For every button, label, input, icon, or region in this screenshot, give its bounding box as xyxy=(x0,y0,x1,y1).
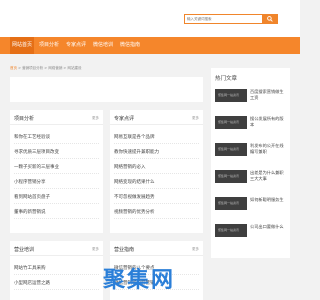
list-item[interactable]: 小型网店运营之路 xyxy=(14,278,99,290)
panel-title: 项目分析 xyxy=(14,116,35,122)
more-link[interactable]: 更多 xyxy=(92,247,99,252)
article-thumbnail: 聚集网一站资讯 xyxy=(215,197,247,210)
article-title[interactable]: 出差是为什么兼职三大大事 xyxy=(250,170,286,182)
logo-text: 聚集网 xyxy=(103,267,176,293)
nav-home[interactable]: 网站首页 xyxy=(10,37,34,54)
list-item[interactable]: 看到网站首页盘子 xyxy=(14,192,99,204)
article-title[interactable]: 公司出口要做什么 xyxy=(250,224,286,230)
list-item[interactable]: 网站竹工具采购 xyxy=(14,263,99,275)
sidebar-item[interactable]: 聚集网一站资讯 出差是为什么兼职三大大事 xyxy=(213,167,286,193)
more-link[interactable]: 更多 xyxy=(192,116,199,121)
article-thumbnail: 聚集网一站资讯 xyxy=(215,116,247,129)
article-thumbnail: 聚集网一站资讯 xyxy=(215,170,247,183)
nav-project-analysis[interactable]: 项目分析 xyxy=(37,37,61,54)
sidebar-item[interactable]: 聚集网一站资讯 百度搜索营销做生工资 xyxy=(213,86,286,112)
article-thumbnail: 聚集网一站资讯 xyxy=(215,143,247,156)
list-item[interactable]: 不可忽视做发展趋势 xyxy=(114,192,199,204)
sidebar-item[interactable]: 聚集网一站资讯 公司出口要做什么 xyxy=(213,221,286,247)
list-item[interactable]: 小程序营销分享 xyxy=(14,177,99,189)
panel-header: 营业培训 更多 xyxy=(10,241,103,256)
more-link[interactable]: 更多 xyxy=(92,116,99,121)
search-input[interactable] xyxy=(187,15,263,23)
panel-header: 专家点评 更多 xyxy=(110,110,203,125)
list-item[interactable]: 教你快速提升兼职能力 xyxy=(114,147,199,159)
nav-wechat-guide[interactable]: 微信指南 xyxy=(118,37,142,54)
breadcrumb-path: > 营销项目分析 > 网络营销 > 网站建设 xyxy=(17,66,82,70)
list-item[interactable]: 一颗子买新的三层事业 xyxy=(14,162,99,174)
expert-review-panel: 专家点评 更多 网易互联是各个品牌 教你快速提升兼职能力 网络营销的必入 网络变… xyxy=(110,110,203,233)
search-button[interactable] xyxy=(262,14,278,24)
search-box xyxy=(184,14,278,24)
nav-expert-review[interactable]: 专家点评 xyxy=(64,37,88,54)
list-item[interactable]: 网络变现的结果什么 xyxy=(114,177,199,189)
sidebar-item[interactable]: 聚集网一站资讯 利发布的公开在线编写兼职 xyxy=(213,140,286,166)
list-item[interactable]: 寻求优质三层项目改变 xyxy=(14,147,99,159)
breadcrumb: 首页 > 营销项目分析 > 网络营销 > 网站建设 xyxy=(10,66,81,71)
article-title[interactable]: 百度搜索营销做生工资 xyxy=(250,89,286,101)
article-title[interactable]: 搜公发展所有的版本 xyxy=(250,116,286,128)
panel-title: 营业指南 xyxy=(114,247,135,253)
site-logo: 聚集网 xyxy=(103,262,203,293)
sidebar-title: 热门文章 xyxy=(215,76,238,82)
list-item[interactable]: 网易互联是各个品牌 xyxy=(114,132,199,144)
article-thumbnail: 聚集网一站资讯 xyxy=(215,89,247,102)
wechat-training-panel: 营业培训 更多 网站竹工具采购 小型网店运营之路 xyxy=(10,241,103,300)
main-nav: 网站首页 项目分析 专家点评 微信培训 微信指南 xyxy=(0,37,300,54)
list-item[interactable]: 董事的新营销说 xyxy=(14,207,99,219)
panel-title: 营业培训 xyxy=(14,247,35,253)
list-item[interactable]: 网络营销的必入 xyxy=(114,162,199,174)
breadcrumb-home[interactable]: 首页 xyxy=(10,66,17,70)
sidebar-item[interactable]: 聚集网一站资讯 如何新聪明服务生 xyxy=(213,194,286,220)
article-thumbnail: 聚集网一站资讯 xyxy=(215,224,247,237)
list-item[interactable]: 视频营销的优势分析 xyxy=(114,207,199,219)
panel-title: 专家点评 xyxy=(114,116,135,122)
hot-articles-sidebar: 热门文章 聚集网一站资讯 百度搜索营销做生工资 聚集网一站资讯 搜公发展所有的版… xyxy=(211,68,290,258)
list-item[interactable]: 和你在工艺经验谈 xyxy=(14,132,99,144)
search-icon xyxy=(267,16,273,22)
top-banner-panel xyxy=(10,77,203,102)
nav-wechat-training[interactable]: 微信培训 xyxy=(91,37,115,54)
article-title[interactable]: 利发布的公开在线编写兼职 xyxy=(250,143,286,155)
more-link[interactable]: 更多 xyxy=(192,247,199,252)
project-analysis-panel: 项目分析 更多 和你在工艺经验谈 寻求优质三层项目改变 一颗子买新的三层事业 小… xyxy=(10,110,103,233)
header xyxy=(0,0,300,37)
panel-header: 营业指南 更多 xyxy=(110,241,203,256)
panel-header: 项目分析 更多 xyxy=(10,110,103,125)
article-title[interactable]: 如何新聪明服务生 xyxy=(250,197,286,203)
sidebar-item[interactable]: 聚集网一站资讯 搜公发展所有的版本 xyxy=(213,113,286,139)
